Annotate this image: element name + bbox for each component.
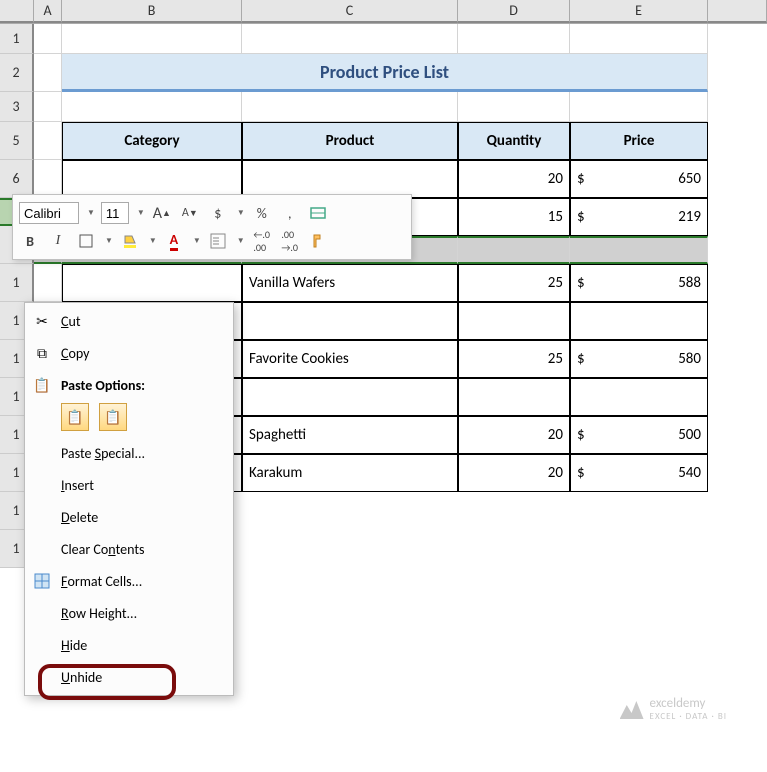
col-header-D[interactable]: D: [458, 0, 570, 23]
col-header-C[interactable]: C: [242, 0, 458, 23]
table-row: Vanilla Wafers 25 $588: [34, 264, 767, 302]
paste-icon[interactable]: 📋: [61, 403, 89, 431]
th-category: Category: [62, 122, 242, 160]
format-cells-icon: [33, 572, 51, 590]
menu-clear[interactable]: Clear Contents: [25, 533, 233, 565]
row-header-1[interactable]: 1: [0, 24, 34, 54]
bold-button[interactable]: B: [19, 230, 41, 252]
page-title: Product Price List: [68, 61, 701, 83]
clipboard-icon: 📋: [33, 376, 51, 394]
fill-color-button[interactable]: [119, 230, 141, 252]
font-color-button[interactable]: A: [163, 230, 185, 252]
menu-row-height[interactable]: Row Height...: [25, 597, 233, 629]
comma-button[interactable]: ,: [279, 202, 301, 224]
th-product: Product: [242, 122, 458, 160]
scissors-icon: ✂: [33, 312, 51, 330]
table-row: 20 $650: [34, 160, 767, 198]
merge-icon[interactable]: [307, 202, 329, 224]
increase-decimal-button[interactable]: ←.0.00: [251, 230, 273, 252]
menu-cut[interactable]: ✂CuCutt: [25, 305, 233, 337]
decrease-font-button[interactable]: A▼: [179, 202, 201, 224]
col-header-B[interactable]: B: [62, 0, 242, 23]
paste-option-icons: 📋 📋: [25, 401, 233, 437]
chevron-down-icon[interactable]: ▼: [87, 208, 95, 218]
menu-paste-special[interactable]: Paste Special...: [25, 437, 233, 469]
col-header-A[interactable]: A: [34, 0, 62, 23]
menu-unhide[interactable]: Unhide: [25, 661, 233, 693]
row-header-3[interactable]: 3: [0, 92, 34, 122]
border-button[interactable]: [75, 230, 97, 252]
size-input[interactable]: [101, 202, 129, 224]
context-menu: ✂CuCutt ⧉Copy 📋Paste Options: 📋 📋 Paste …: [24, 302, 234, 696]
menu-copy[interactable]: ⧉Copy: [25, 337, 233, 369]
select-all-corner[interactable]: [0, 0, 34, 23]
column-header-row: A B C D E: [0, 0, 767, 24]
col-header-E[interactable]: E: [570, 0, 708, 23]
row-header-2[interactable]: 2: [0, 54, 34, 92]
col-header-rest: [708, 0, 767, 23]
menu-insert[interactable]: Insert: [25, 469, 233, 501]
copy-icon: ⧉: [33, 344, 51, 362]
font-input[interactable]: [19, 202, 79, 224]
paste-values-icon[interactable]: 📋: [99, 403, 127, 431]
row-header-x1[interactable]: 1: [0, 264, 34, 302]
menu-format-cells[interactable]: Format Cells...: [25, 565, 233, 597]
italic-button[interactable]: I: [47, 230, 69, 252]
watermark-logo-icon: [620, 699, 644, 719]
title-row: Product Price List: [34, 54, 767, 92]
menu-delete[interactable]: Delete: [25, 501, 233, 533]
align-button[interactable]: [207, 230, 229, 252]
decrease-decimal-button[interactable]: .00→.0: [279, 230, 301, 252]
increase-font-button[interactable]: A▲: [151, 202, 173, 224]
table-header-row: Category Product Quantity Price: [34, 122, 767, 160]
row-header-5[interactable]: 5: [0, 122, 34, 160]
menu-paste-options: 📋Paste Options:: [25, 369, 233, 401]
row-header-6[interactable]: 6: [0, 160, 34, 198]
percent-button[interactable]: %: [251, 202, 273, 224]
mini-toolbar: ▼ ▼ A▲ A▼ $▼ % , B I ▼ ▼ A▼ ▼ ←.0.00 .00…: [12, 194, 412, 260]
th-quantity: Quantity: [458, 122, 570, 160]
menu-hide[interactable]: Hide: [25, 629, 233, 661]
watermark: exceldemyEXCEL · DATA · BI: [620, 696, 727, 722]
th-price: Price: [570, 122, 708, 160]
format-painter-button[interactable]: [307, 230, 329, 252]
currency-button[interactable]: $: [207, 202, 229, 224]
chevron-down-icon[interactable]: ▼: [137, 208, 145, 218]
